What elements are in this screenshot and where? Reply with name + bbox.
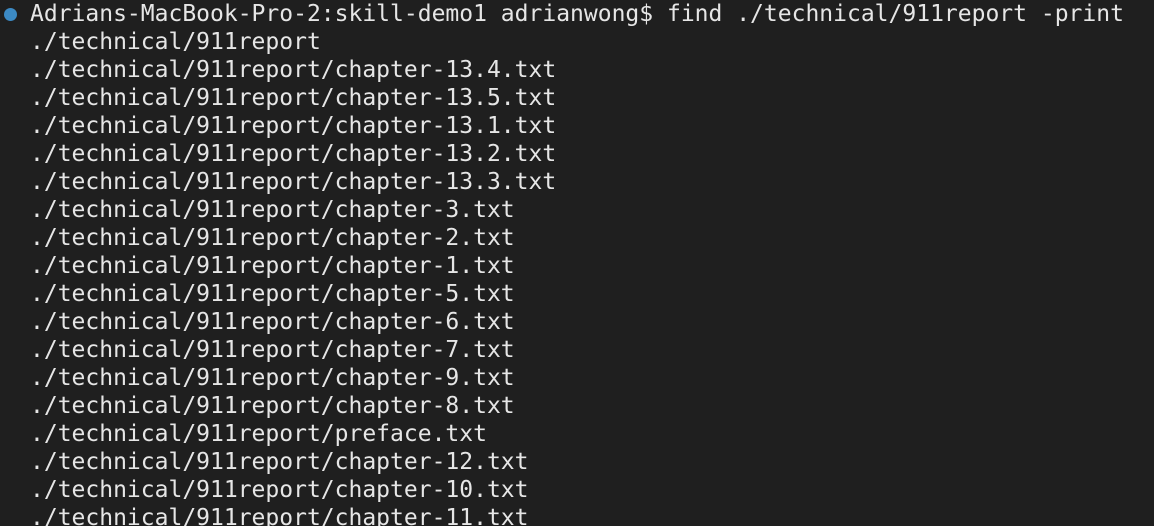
output-line: ./technical/911report/chapter-7.txt [30, 337, 515, 363]
output-line: ./technical/911report [30, 29, 321, 55]
output-line: ./technical/911report/chapter-5.txt [30, 281, 515, 307]
output-line: ./technical/911report/chapter-13.4.txt [30, 57, 557, 83]
output-line: ./technical/911report/chapter-12.txt [30, 449, 529, 475]
command-status-icon [4, 8, 17, 21]
output-line: ./technical/911report/chapter-6.txt [30, 309, 515, 335]
output-line: ./technical/911report/preface.txt [30, 421, 487, 447]
output-line: ./technical/911report/chapter-2.txt [30, 225, 515, 251]
output-line: ./technical/911report/chapter-8.txt [30, 393, 515, 419]
output-line: ./technical/911report/chapter-1.txt [30, 253, 515, 279]
command-output: ./technical/911report ./technical/911repo… [30, 28, 1150, 526]
terminal-window[interactable]: Adrians-MacBook-Pro-2:skill-demo1 adrian… [0, 0, 1154, 526]
output-line: ./technical/911report/chapter-13.5.txt [30, 85, 557, 111]
output-line: ./technical/911report/chapter-13.3.txt [30, 169, 557, 195]
output-line: ./technical/911report/chapter-11.txt [30, 505, 529, 526]
output-line: ./technical/911report/chapter-3.txt [30, 197, 515, 223]
output-line: ./technical/911report/chapter-10.txt [30, 477, 529, 503]
output-line: ./technical/911report/chapter-13.1.txt [30, 113, 557, 139]
output-line: ./technical/911report/chapter-9.txt [30, 365, 515, 391]
command-prompt-line: Adrians-MacBook-Pro-2:skill-demo1 adrian… [30, 1, 1124, 27]
output-line: ./technical/911report/chapter-13.2.txt [30, 141, 557, 167]
